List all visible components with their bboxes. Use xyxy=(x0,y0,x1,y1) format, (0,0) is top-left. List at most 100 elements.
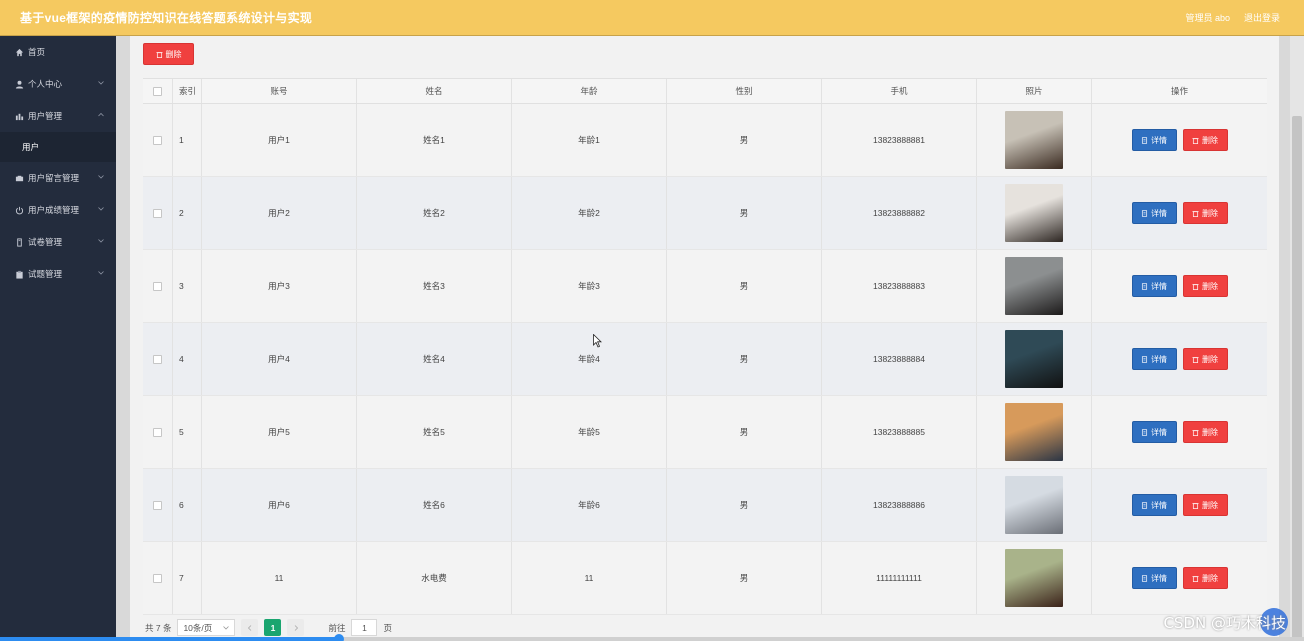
user-photo[interactable] xyxy=(1005,257,1063,315)
video-progress-handle[interactable] xyxy=(334,634,344,641)
cell-name: 姓名1 xyxy=(357,104,512,176)
user-photo[interactable] xyxy=(1005,476,1063,534)
detail-label: 详情 xyxy=(1151,427,1167,437)
sidebar-item-scores[interactable]: 用户成绩管理 xyxy=(0,194,116,226)
detail-label: 详情 xyxy=(1151,573,1167,583)
detail-button[interactable]: 详情 xyxy=(1131,348,1177,370)
row-checkbox[interactable] xyxy=(153,427,162,437)
delete-button[interactable]: 删除 xyxy=(1182,275,1228,297)
row-select-cell[interactable] xyxy=(143,177,173,249)
trash-icon xyxy=(1192,429,1199,436)
sidebar-item-papers[interactable]: 试卷管理 xyxy=(0,226,116,258)
current-user[interactable]: 管理员 abo xyxy=(1185,11,1230,24)
sidebar-item-profile[interactable]: 个人中心 xyxy=(0,68,116,100)
row-select-cell[interactable] xyxy=(143,323,173,395)
delete-button[interactable]: 删除 xyxy=(1182,567,1228,589)
user-photo[interactable] xyxy=(1005,111,1063,169)
cell-name: 水电费 xyxy=(357,542,512,614)
scrollbar-thumb[interactable] xyxy=(1292,116,1302,641)
video-progress-bar[interactable] xyxy=(0,634,1304,641)
detail-button[interactable]: 详情 xyxy=(1131,567,1177,589)
cell-name: 姓名4 xyxy=(357,323,512,395)
cell-account: 用户2 xyxy=(202,177,357,249)
detail-button[interactable]: 详情 xyxy=(1131,129,1177,151)
sidebar-item-label: 用户管理 xyxy=(28,111,63,121)
row-checkbox[interactable] xyxy=(153,354,162,364)
sidebar-item-home[interactable]: 首页 xyxy=(0,36,116,68)
prev-page-button[interactable] xyxy=(241,619,259,636)
next-page-button[interactable] xyxy=(287,619,305,636)
row-select-cell[interactable] xyxy=(143,542,173,614)
cell-index: 2 xyxy=(173,177,202,249)
cell-name: 姓名5 xyxy=(357,396,512,468)
cell-name: 姓名3 xyxy=(357,250,512,322)
delete-button[interactable]: 删除 xyxy=(1182,421,1228,443)
sidebar-item-users[interactable]: 用户管理 xyxy=(0,100,116,132)
table-row: 1 用户1 姓名1 年龄1 男 13823888881 详情 删除 xyxy=(143,104,1267,177)
cell-account: 用户5 xyxy=(202,396,357,468)
table-row: 6 用户6 姓名6 年龄6 男 13823888886 详情 删除 xyxy=(143,469,1267,542)
cell-actions: 详情 删除 xyxy=(1092,177,1267,249)
chevron-down-icon xyxy=(98,81,104,85)
row-checkbox[interactable] xyxy=(153,573,162,583)
row-select-cell[interactable] xyxy=(143,250,173,322)
cell-sex: 男 xyxy=(667,104,822,176)
detail-button[interactable]: 详情 xyxy=(1131,275,1177,297)
sidebar-item-messages[interactable]: 用户留言管理 xyxy=(0,162,116,194)
header-phone: 手机 xyxy=(822,79,977,103)
header-select-all[interactable] xyxy=(143,79,173,103)
cell-name: 姓名2 xyxy=(357,177,512,249)
cell-index: 7 xyxy=(173,542,202,614)
delete-button[interactable]: 删除 xyxy=(1182,348,1228,370)
chevron-down-icon xyxy=(98,271,104,275)
page-scrollbar[interactable] xyxy=(1290,36,1304,641)
cell-photo xyxy=(977,396,1092,468)
cell-phone: 11111111111 xyxy=(822,542,977,614)
user-photo[interactable] xyxy=(1005,330,1063,388)
cell-account: 11 xyxy=(202,542,357,614)
trash-icon xyxy=(1192,575,1199,582)
row-checkbox[interactable] xyxy=(153,500,162,510)
batch-delete-button[interactable]: 删除 xyxy=(143,43,194,65)
user-photo[interactable] xyxy=(1005,549,1063,607)
cell-phone: 13823888881 xyxy=(822,104,977,176)
cell-name: 姓名6 xyxy=(357,469,512,541)
row-select-cell[interactable] xyxy=(143,396,173,468)
chevron-down-icon xyxy=(98,239,104,243)
cell-photo xyxy=(977,323,1092,395)
main-content: 删除 索引 账号 姓名 年龄 性别 手机 照片 操作 1 用户1 姓名1 年龄1 男 13… xyxy=(130,36,1279,641)
select-all-checkbox[interactable] xyxy=(153,86,162,96)
logout-link[interactable]: 退出登录 xyxy=(1244,11,1280,24)
cell-phone: 13823888885 xyxy=(822,396,977,468)
page-number-current[interactable]: 1 xyxy=(264,619,282,636)
delete-button[interactable]: 删除 xyxy=(1182,494,1228,516)
user-photo[interactable] xyxy=(1005,403,1063,461)
sidebar-item-label: 个人中心 xyxy=(28,79,63,89)
row-checkbox[interactable] xyxy=(153,281,162,291)
delete-button[interactable]: 删除 xyxy=(1182,202,1228,224)
sidebar-item-questions[interactable]: 试题管理 xyxy=(0,258,116,290)
row-checkbox[interactable] xyxy=(153,135,162,145)
cell-sex: 男 xyxy=(667,323,822,395)
sidebar-subitem-user[interactable]: 用户 xyxy=(0,132,116,162)
goto-page-input[interactable]: 1 xyxy=(351,619,378,636)
cell-age: 11 xyxy=(512,542,667,614)
row-select-cell[interactable] xyxy=(143,104,173,176)
row-checkbox[interactable] xyxy=(153,208,162,218)
chevron-up-icon xyxy=(98,112,104,117)
delete-label: 删除 xyxy=(1202,427,1218,437)
detail-button[interactable]: 详情 xyxy=(1131,202,1177,224)
delete-button[interactable]: 删除 xyxy=(1182,129,1228,151)
row-select-cell[interactable] xyxy=(143,469,173,541)
cell-age: 年龄1 xyxy=(512,104,667,176)
cell-actions: 详情 删除 xyxy=(1092,104,1267,176)
header-actions: 操作 xyxy=(1170,86,1188,96)
document-icon xyxy=(1141,355,1148,363)
detail-button[interactable]: 详情 xyxy=(1131,421,1177,443)
detail-label: 详情 xyxy=(1151,500,1167,510)
page-size-select[interactable]: 10条/页 xyxy=(177,619,236,636)
user-photo[interactable] xyxy=(1005,184,1063,242)
chevron-down-icon xyxy=(98,207,104,211)
cell-actions: 详情 删除 xyxy=(1092,250,1267,322)
detail-button[interactable]: 详情 xyxy=(1131,494,1177,516)
